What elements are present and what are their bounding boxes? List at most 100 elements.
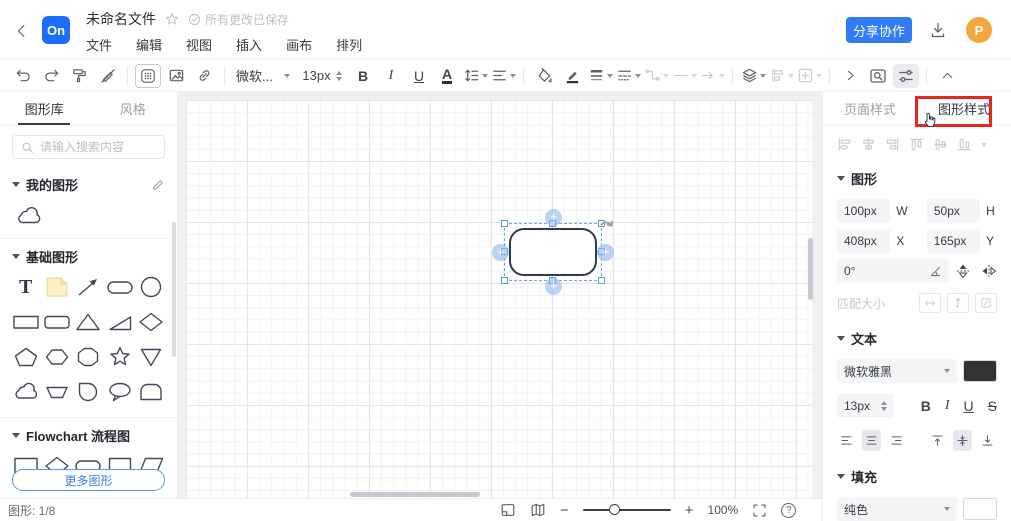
zoom-value[interactable]: 100% <box>708 503 739 517</box>
width-input[interactable] <box>844 204 884 218</box>
shape-search-box[interactable] <box>12 135 165 159</box>
undo-button[interactable] <box>10 64 36 88</box>
align-right-icon[interactable] <box>885 137 900 152</box>
flowchart-header[interactable]: Flowchart 流程图 <box>0 418 177 451</box>
align-top-icon[interactable] <box>909 137 924 152</box>
stroke-color-button[interactable] <box>559 64 585 88</box>
shape-library-toggle-button[interactable] <box>135 63 161 88</box>
collapse-toolbar-button[interactable] <box>934 64 960 88</box>
text-bold-button[interactable]: B <box>921 398 931 414</box>
line-end-style-button[interactable] <box>699 64 725 88</box>
text-italic-button[interactable]: I <box>945 398 950 414</box>
basic-shapes-header[interactable]: 基础图形 <box>0 239 177 272</box>
underline-button[interactable]: U <box>406 64 432 88</box>
font-color-button[interactable]: A <box>434 64 460 88</box>
menu-view[interactable]: 视图 <box>186 35 212 54</box>
y-input[interactable] <box>933 234 974 248</box>
menu-arrange[interactable]: 排列 <box>336 35 362 54</box>
connector-type-button[interactable] <box>643 64 669 88</box>
text-font-select[interactable] <box>837 359 958 383</box>
canvas-page[interactable] <box>186 100 812 498</box>
connector-plus-right[interactable]: + <box>597 244 614 261</box>
clear-style-button[interactable] <box>94 64 120 88</box>
sidebar-scrollbar[interactable] <box>172 222 176 357</box>
font-size-stepper[interactable]: 13px <box>296 64 348 88</box>
text-size-input[interactable] <box>844 399 878 413</box>
text-strike-button[interactable]: S <box>988 398 997 414</box>
shape-arrow[interactable] <box>73 274 104 300</box>
more-tools-button[interactable] <box>837 64 863 88</box>
fill-type-select[interactable] <box>837 497 958 521</box>
canvas-vertical-scrollbar[interactable] <box>808 238 813 300</box>
align-center-icon[interactable] <box>861 137 876 152</box>
shape-half-rounded-rect[interactable] <box>136 379 167 405</box>
more-shapes-button[interactable]: 更多图形 <box>12 469 165 491</box>
shape-rounded-rectangle[interactable] <box>41 309 72 335</box>
canvas-horizontal-scrollbar[interactable] <box>350 492 480 497</box>
text-valign-bottom-button[interactable] <box>978 430 997 451</box>
rotate-handle[interactable] <box>598 218 616 236</box>
fill-type-input[interactable] <box>844 502 945 516</box>
line-style-button[interactable] <box>615 64 641 88</box>
minimap-icon[interactable] <box>530 502 546 518</box>
text-color-swatch[interactable] <box>963 360 997 382</box>
zoom-in-button[interactable]: + <box>685 502 694 519</box>
resize-handle-nw[interactable] <box>501 220 508 227</box>
shape-diamond[interactable] <box>136 309 167 335</box>
text-section-header[interactable]: 文本 <box>823 316 1011 356</box>
text-underline-button[interactable]: U <box>964 398 974 414</box>
star-icon[interactable] <box>165 12 179 26</box>
menu-canvas[interactable]: 画布 <box>286 35 312 54</box>
tab-shape-library[interactable]: 图形库 <box>0 92 89 124</box>
layers-button[interactable] <box>740 64 766 88</box>
shape-pentagon[interactable] <box>10 344 41 370</box>
shape-section-header[interactable]: 图形 <box>823 156 1011 196</box>
canvas-area[interactable]: + + + + <box>178 92 822 498</box>
match-both-button[interactable] <box>975 293 997 313</box>
redo-button[interactable] <box>38 64 64 88</box>
text-valign-middle-button[interactable] <box>953 430 973 451</box>
shape-inverted-triangle[interactable] <box>136 344 167 370</box>
insert-link-button[interactable] <box>191 64 217 88</box>
avatar[interactable]: P <box>966 17 992 43</box>
align-middle-icon[interactable] <box>933 137 948 152</box>
text-align-button[interactable] <box>490 64 516 88</box>
search-input[interactable] <box>40 140 150 154</box>
tab-style[interactable]: 风格 <box>89 92 178 124</box>
fill-color-swatch[interactable] <box>963 498 997 520</box>
connector-plus-left[interactable]: + <box>492 244 509 261</box>
flip-horizontal-icon[interactable] <box>981 263 997 279</box>
font-family-select[interactable]: 微软... <box>232 64 294 88</box>
zoom-slider-knob[interactable] <box>608 504 620 515</box>
shape-sticky-note[interactable] <box>41 274 72 300</box>
menu-edit[interactable]: 编辑 <box>136 35 162 54</box>
flip-vertical-icon[interactable] <box>955 263 971 279</box>
zoom-slider[interactable] <box>582 504 671 515</box>
fullscreen-icon[interactable] <box>752 503 767 518</box>
shape-triangle[interactable] <box>73 309 104 335</box>
back-button[interactable] <box>12 21 32 41</box>
format-painter-button[interactable] <box>66 64 92 88</box>
text-size-stepper[interactable] <box>837 394 894 418</box>
text-font-input[interactable] <box>844 364 945 378</box>
resize-handle-se[interactable] <box>598 277 605 284</box>
shape-right-triangle[interactable] <box>104 309 135 335</box>
align-left-icon[interactable] <box>837 137 852 152</box>
edit-my-shapes-button[interactable] <box>151 178 165 192</box>
help-button[interactable]: ? <box>781 502 797 518</box>
connector-plus-bottom[interactable]: + <box>545 278 562 295</box>
page-panel-icon[interactable] <box>500 502 516 518</box>
shape-circle[interactable] <box>136 274 167 300</box>
line-height-button[interactable] <box>462 64 488 88</box>
share-collaborate-button[interactable]: 分享协作 <box>846 17 912 43</box>
shape-stadium[interactable] <box>104 274 135 300</box>
text-align-left-button[interactable] <box>837 430 856 451</box>
tab-shape-style[interactable]: 图形样式 <box>917 92 1011 124</box>
zoom-out-button[interactable]: − <box>560 502 569 519</box>
shape-octagon[interactable] <box>73 344 104 370</box>
shape-teardrop[interactable] <box>73 379 104 405</box>
shape-rectangle[interactable] <box>10 309 41 335</box>
shape-speech-bubble[interactable] <box>104 379 135 405</box>
match-height-button[interactable] <box>947 293 969 313</box>
shape-cloud[interactable] <box>10 379 41 405</box>
